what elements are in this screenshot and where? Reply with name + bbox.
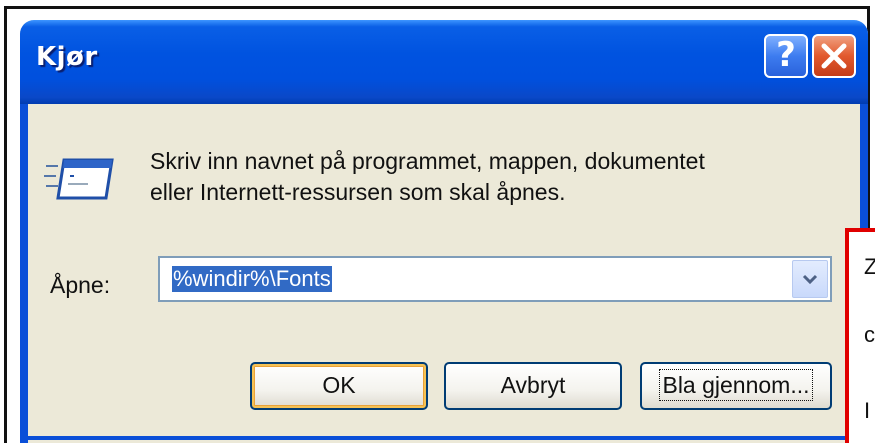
chevron-down-icon [802, 274, 818, 285]
open-input[interactable]: %windir%\Fonts [172, 266, 332, 292]
title-bar[interactable]: Kjør ? [20, 20, 868, 104]
description-line-1: Skriv inn navnet på programmet, mappen, … [150, 148, 705, 174]
help-button[interactable]: ? [764, 34, 808, 78]
cancel-button[interactable]: Avbryt [444, 362, 622, 410]
run-dialog: Kjør ? Skriv inn navnet på programmet, m… [20, 20, 868, 443]
window-border-bottom [28, 436, 860, 440]
help-icon: ? [776, 35, 796, 75]
ok-button[interactable]: OK [250, 362, 428, 410]
annotation-text-3: I [864, 398, 871, 423]
browse-button-label: Bla gjennom... [659, 369, 813, 401]
run-icon [44, 158, 114, 200]
annotation-text-1: Z [864, 254, 875, 279]
annotation-text-2: c [864, 322, 875, 347]
open-label: Åpne: [50, 272, 111, 298]
screenshot-stage: Kjør ? Skriv inn navnet på programmet, m… [0, 0, 875, 443]
browse-button[interactable]: Bla gjennom... [640, 362, 832, 410]
open-combobox[interactable]: %windir%\Fonts [158, 256, 832, 302]
description-line-2: eller Internett-ressursen som skal åpnes… [150, 179, 566, 205]
window-title: Kjør [36, 42, 98, 72]
close-icon [821, 43, 847, 69]
dialog-description: Skriv inn navnet på programmet, mappen, … [150, 146, 850, 208]
window-border-left [20, 104, 28, 443]
close-button[interactable] [812, 34, 856, 78]
dropdown-button[interactable] [792, 260, 828, 298]
